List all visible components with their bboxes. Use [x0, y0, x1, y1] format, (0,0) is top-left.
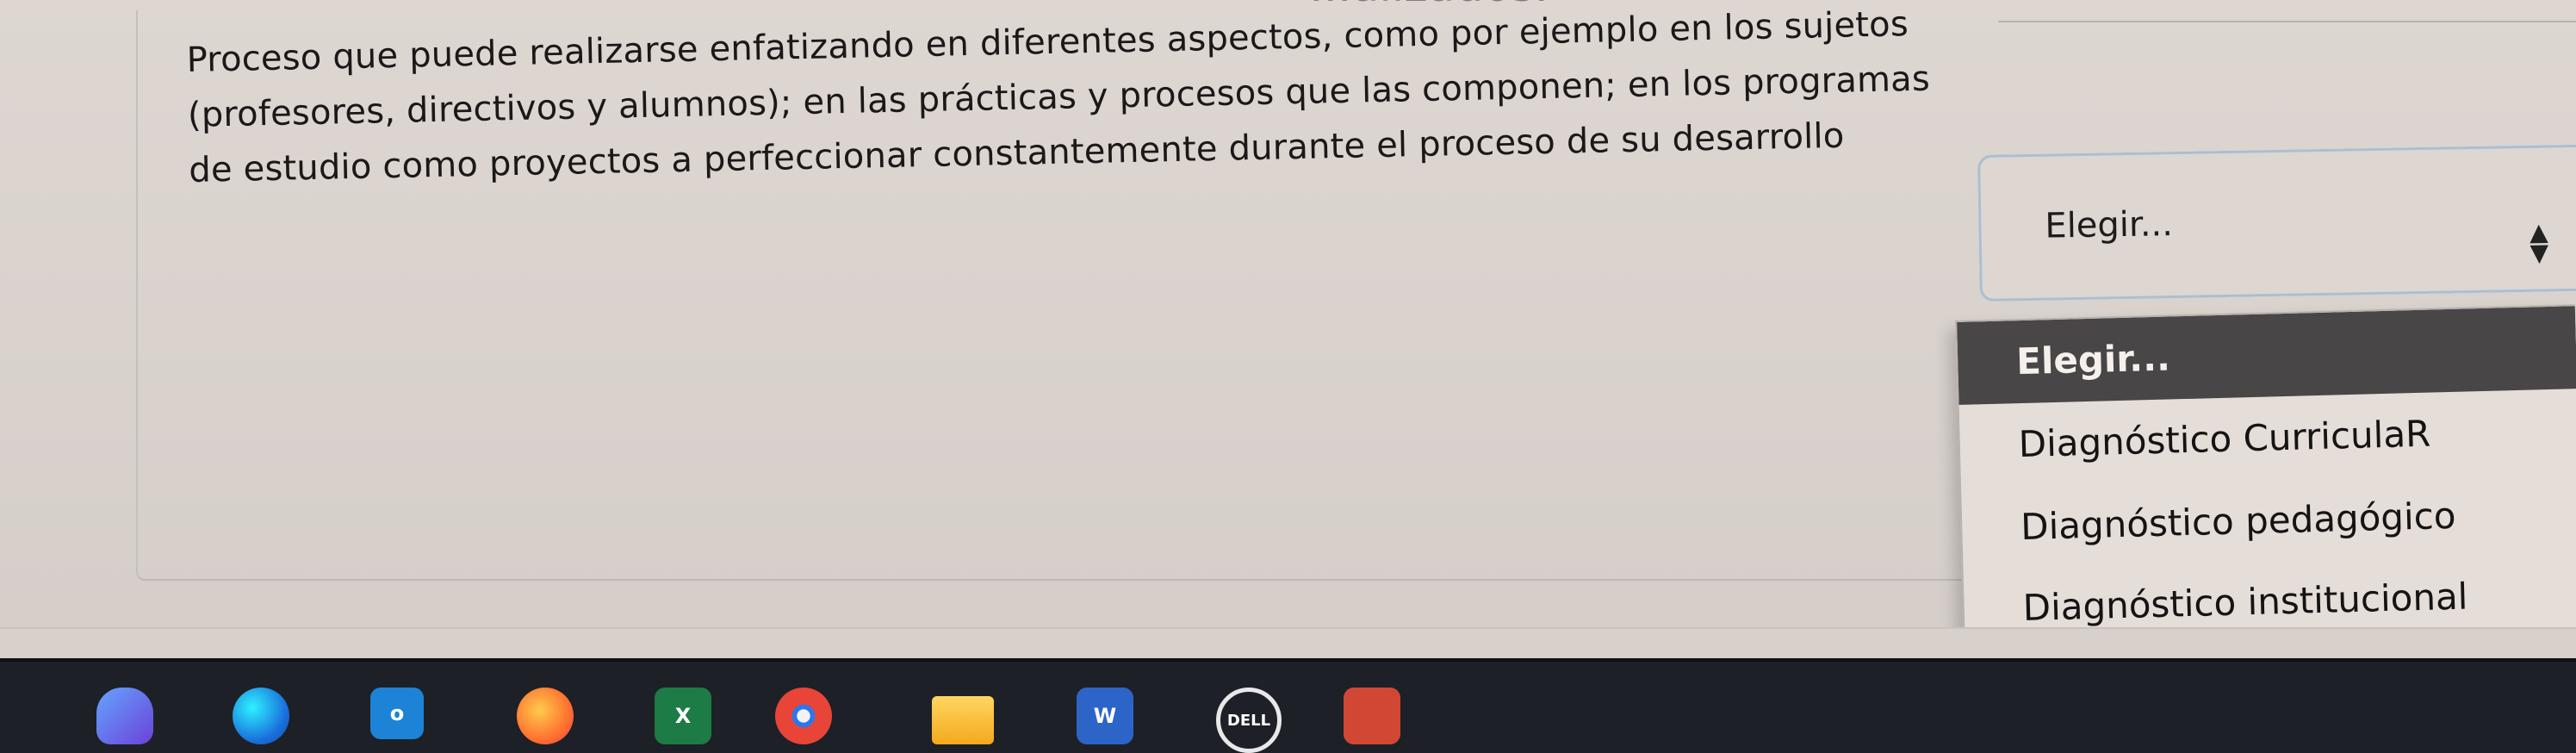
dropdown-options-list: Elegir... Diagnóstico CurriculaR Diagnós…	[1955, 304, 2576, 653]
option-diagnostico-curricular[interactable]: Diagnóstico CurriculaR	[1959, 389, 2576, 488]
firefox-icon[interactable]	[517, 688, 574, 744]
windows-taskbar: o X W DELL	[0, 658, 2576, 753]
chrome-icon[interactable]	[775, 688, 832, 744]
folder-icon[interactable]	[932, 696, 994, 744]
dell-icon[interactable]: DELL	[1216, 688, 1282, 753]
pdf-icon[interactable]	[1344, 688, 1400, 744]
excel-icon[interactable]: X	[655, 688, 711, 744]
select-arrows-icon: ▲ ▼	[2529, 217, 2549, 267]
edge-icon[interactable]	[233, 688, 289, 744]
search-icon[interactable]	[96, 688, 153, 744]
word-icon[interactable]: W	[1077, 688, 1133, 744]
option-diagnostico-pedagogico[interactable]: Diagnóstico pedagógico	[1961, 471, 2576, 570]
outlook-icon[interactable]: o	[370, 688, 424, 739]
quiz-page: ...alizados. Proceso que puede realizars…	[0, 0, 2576, 753]
answer-select[interactable]: Elegir... ▲ ▼	[1977, 144, 2576, 302]
option-elegir[interactable]: Elegir...	[1957, 306, 2576, 405]
select-current-value: Elegir...	[2045, 204, 2174, 246]
